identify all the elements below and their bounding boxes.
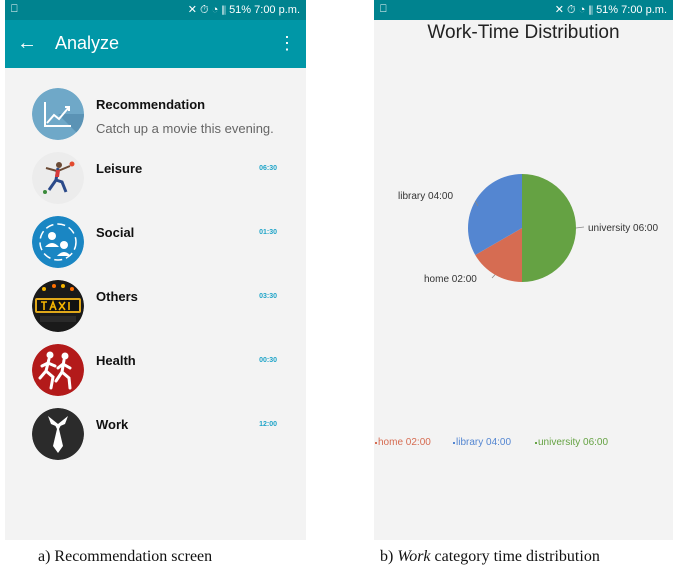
chart-legend: home 02:00 library 04:00 university 06:00 [375,437,608,448]
runners-icon [32,344,84,396]
caption-b-emphasis: Work [397,548,431,565]
list-item-others[interactable]: Others 03:30 [5,278,306,338]
app-bar: ← Analyze ⋮ [5,20,306,68]
item-time: 00:30 [259,357,277,364]
legend-swatch [375,442,377,444]
slice-label-home: home 02:00 [424,274,477,285]
screenshot-icon: ⎕ [11,3,18,15]
status-indicators: ✕ ⏱ ◔ ⫴ 51% 7:00 p.m. [554,4,667,16]
legend-item: home 02:00 [378,437,431,448]
caption-b-prefix: b) [380,548,398,565]
list-item-leisure[interactable]: Leisure 06:30 [5,150,306,210]
tie-icon [32,408,84,460]
leader-line [491,274,496,279]
caption-b: b) Work category time distribution [380,548,600,566]
legend-swatch [535,442,537,444]
slice-label-library: library 04:00 [398,191,453,202]
overflow-menu-icon[interactable]: ⋮ [278,32,296,54]
trend-chart-icon [32,88,84,140]
item-time: 06:30 [259,165,277,172]
status-indicators: ✕ ⏱ ◔ ⫴ 51% 7:00 p.m. [187,4,300,16]
item-time: 12:00 [259,421,277,428]
item-title: Leisure [96,161,143,176]
back-arrow-icon[interactable]: ← [17,31,37,55]
item-time: 01:30 [259,229,277,236]
legend-item: university 06:00 [538,437,608,448]
legend-swatch [453,442,455,444]
item-title: Others [96,289,138,304]
caption-b-suffix: category time distribution [430,548,600,565]
social-icon [32,216,84,268]
pie-slice-university [522,174,576,282]
item-subtitle: Catch up a movie this evening. [96,121,274,136]
status-bar: ⎕ ✕ ⏱ ◔ ⫴ 51% 7:00 p.m. [374,0,673,20]
pie-slices [468,174,576,282]
leader-line [575,226,585,229]
chart-title: Work-Time Distribution [427,22,620,43]
item-time: 03:30 [259,293,277,300]
screenshot-icon: ⎕ [380,3,387,15]
status-bar: ⎕ ✕ ⏱ ◔ ⫴ 51% 7:00 p.m. [5,0,306,20]
list-item-health[interactable]: Health 00:30 [5,342,306,402]
item-title: Health [96,353,136,368]
caption-a: a) Recommendation screen [38,548,213,565]
page-title: Analyze [55,33,120,53]
list-item-work[interactable]: Work 12:00 [5,406,306,466]
leisure-icon [32,152,84,204]
item-title: Recommendation [96,97,206,112]
taxi-icon [32,280,84,332]
legend-item: library 04:00 [456,437,511,448]
item-title: Social [96,225,135,240]
slice-label-university: university 06:00 [588,223,658,234]
recommendation-screen: ⎕ ✕ ⏱ ◔ ⫴ 51% 7:00 p.m. ← Analyze ⋮ Reco… [5,0,306,540]
pie-chart: university 06:00home 02:00library 04:00 … [375,174,658,448]
list-item-social[interactable]: Social 01:30 [5,214,306,274]
item-title: Work [96,417,129,432]
work-distribution-screen: ⎕ ✕ ⏱ ◔ ⫴ 51% 7:00 p.m. Work-Time Distri… [374,0,673,540]
list-item-recommendation[interactable]: Recommendation Catch up a movie this eve… [5,86,306,146]
